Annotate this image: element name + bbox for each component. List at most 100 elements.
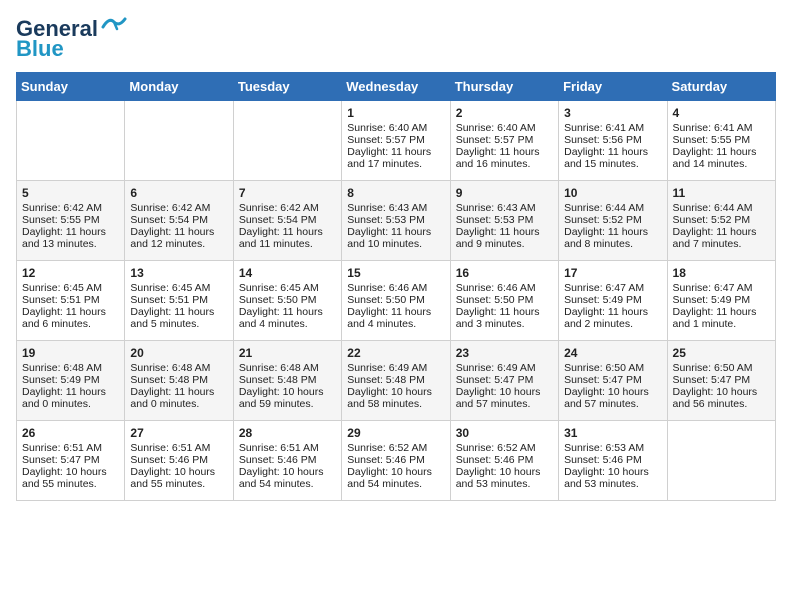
daylight-text: Daylight: 11 hours and 0 minutes. xyxy=(22,386,119,410)
sunset-text: Sunset: 5:54 PM xyxy=(239,214,336,226)
weekday-header-row: SundayMondayTuesdayWednesdayThursdayFrid… xyxy=(17,73,776,101)
calendar-cell: 25Sunrise: 6:50 AMSunset: 5:47 PMDayligh… xyxy=(667,341,775,421)
calendar-cell: 21Sunrise: 6:48 AMSunset: 5:48 PMDayligh… xyxy=(233,341,341,421)
daylight-text: Daylight: 10 hours and 53 minutes. xyxy=(564,466,661,490)
daylight-text: Daylight: 11 hours and 1 minute. xyxy=(673,306,770,330)
daylight-text: Daylight: 11 hours and 2 minutes. xyxy=(564,306,661,330)
calendar-week-row: 12Sunrise: 6:45 AMSunset: 5:51 PMDayligh… xyxy=(17,261,776,341)
daylight-text: Daylight: 10 hours and 55 minutes. xyxy=(22,466,119,490)
calendar-table: SundayMondayTuesdayWednesdayThursdayFrid… xyxy=(16,72,776,501)
calendar-cell: 3Sunrise: 6:41 AMSunset: 5:56 PMDaylight… xyxy=(559,101,667,181)
sunset-text: Sunset: 5:47 PM xyxy=(564,374,661,386)
sunset-text: Sunset: 5:53 PM xyxy=(456,214,553,226)
sunrise-text: Sunrise: 6:53 AM xyxy=(564,442,661,454)
sunrise-text: Sunrise: 6:52 AM xyxy=(456,442,553,454)
sunset-text: Sunset: 5:49 PM xyxy=(22,374,119,386)
calendar-week-row: 1Sunrise: 6:40 AMSunset: 5:57 PMDaylight… xyxy=(17,101,776,181)
sunset-text: Sunset: 5:52 PM xyxy=(564,214,661,226)
calendar-cell: 31Sunrise: 6:53 AMSunset: 5:46 PMDayligh… xyxy=(559,421,667,501)
day-number: 23 xyxy=(456,346,553,360)
sunrise-text: Sunrise: 6:48 AM xyxy=(130,362,227,374)
sunrise-text: Sunrise: 6:46 AM xyxy=(347,282,444,294)
sunrise-text: Sunrise: 6:44 AM xyxy=(564,202,661,214)
day-number: 30 xyxy=(456,426,553,440)
day-number: 31 xyxy=(564,426,661,440)
calendar-cell: 29 Sunrise: 6:52 AMSunset: 5:46 PMDayligh… xyxy=(342,421,450,501)
day-number: 19 xyxy=(22,346,119,360)
sunrise-text: Sunrise: 6:51 AM xyxy=(22,442,119,454)
sunrise-text: Sunrise: 6:43 AM xyxy=(456,202,553,214)
day-number: 24 xyxy=(564,346,661,360)
day-number: 9 xyxy=(456,186,553,200)
daylight-text: Daylight: 10 hours and 58 minutes. xyxy=(347,386,444,410)
daylight-text: Daylight: 11 hours and 7 minutes. xyxy=(673,226,770,250)
calendar-cell: 11Sunrise: 6:44 AMSunset: 5:52 PMDayligh… xyxy=(667,181,775,261)
daylight-text: Daylight: 11 hours and 12 minutes. xyxy=(130,226,227,250)
calendar-cell: 13Sunrise: 6:45 AMSunset: 5:51 PMDayligh… xyxy=(125,261,233,341)
sunrise-text: Sunrise: 6:42 AM xyxy=(130,202,227,214)
day-number: 3 xyxy=(564,106,661,120)
day-number: 7 xyxy=(239,186,336,200)
daylight-text: Daylight: 11 hours and 5 minutes. xyxy=(130,306,227,330)
weekday-header: Wednesday xyxy=(342,73,450,101)
sunset-text: Sunset: 5:49 PM xyxy=(673,294,770,306)
sunset-text: Sunset: 5:48 PM xyxy=(239,374,336,386)
sunrise-text: Sunrise: 6:48 AM xyxy=(239,362,336,374)
day-number: 25 xyxy=(673,346,770,360)
sunset-text: Sunset: 5:46 PM xyxy=(130,454,227,466)
day-number: 29 xyxy=(347,426,444,440)
sunset-text: Sunset: 5:50 PM xyxy=(239,294,336,306)
calendar-cell xyxy=(17,101,125,181)
sunrise-text: Sunrise: 6:41 AM xyxy=(564,122,661,134)
sunset-text: Sunset: 5:46 PM xyxy=(456,454,553,466)
sunrise-text: Sunrise: 6:52 AM xyxy=(347,442,444,454)
calendar-cell: 4Sunrise: 6:41 AMSunset: 5:55 PMDaylight… xyxy=(667,101,775,181)
calendar-cell: 24Sunrise: 6:50 AMSunset: 5:47 PMDayligh… xyxy=(559,341,667,421)
day-number: 26 xyxy=(22,426,119,440)
sunset-text: Sunset: 5:51 PM xyxy=(22,294,119,306)
daylight-text: Daylight: 10 hours and 57 minutes. xyxy=(456,386,553,410)
calendar-cell: 22Sunrise: 6:49 AMSunset: 5:48 PMDayligh… xyxy=(342,341,450,421)
sunrise-text: Sunrise: 6:40 AM xyxy=(347,122,444,134)
day-number: 22 xyxy=(347,346,444,360)
calendar-cell: 2Sunrise: 6:40 AMSunset: 5:57 PMDaylight… xyxy=(450,101,558,181)
daylight-text: Daylight: 11 hours and 14 minutes. xyxy=(673,146,770,170)
daylight-text: Daylight: 11 hours and 0 minutes. xyxy=(130,386,227,410)
calendar-cell: 12Sunrise: 6:45 AMSunset: 5:51 PMDayligh… xyxy=(17,261,125,341)
calendar-cell: 6Sunrise: 6:42 AMSunset: 5:54 PMDaylight… xyxy=(125,181,233,261)
daylight-text: Daylight: 10 hours and 54 minutes. xyxy=(347,466,444,490)
day-number: 21 xyxy=(239,346,336,360)
day-number: 12 xyxy=(22,266,119,280)
weekday-header: Tuesday xyxy=(233,73,341,101)
sunset-text: Sunset: 5:54 PM xyxy=(130,214,227,226)
weekday-header: Thursday xyxy=(450,73,558,101)
sunset-text: Sunset: 5:53 PM xyxy=(347,214,444,226)
calendar-cell: 7Sunrise: 6:42 AMSunset: 5:54 PMDaylight… xyxy=(233,181,341,261)
calendar-cell: 27Sunrise: 6:51 AMSunset: 5:46 PMDayligh… xyxy=(125,421,233,501)
daylight-text: Daylight: 11 hours and 11 minutes. xyxy=(239,226,336,250)
day-number: 10 xyxy=(564,186,661,200)
logo-blue: Blue xyxy=(16,36,64,62)
daylight-text: Daylight: 10 hours and 54 minutes. xyxy=(239,466,336,490)
daylight-text: Daylight: 11 hours and 13 minutes. xyxy=(22,226,119,250)
sunset-text: Sunset: 5:56 PM xyxy=(564,134,661,146)
sunrise-text: Sunrise: 6:51 AM xyxy=(239,442,336,454)
calendar-cell: 9Sunrise: 6:43 AMSunset: 5:53 PMDaylight… xyxy=(450,181,558,261)
calendar-cell: 5Sunrise: 6:42 AMSunset: 5:55 PMDaylight… xyxy=(17,181,125,261)
sunrise-text: Sunrise: 6:44 AM xyxy=(673,202,770,214)
calendar-week-row: 5Sunrise: 6:42 AMSunset: 5:55 PMDaylight… xyxy=(17,181,776,261)
sunrise-text: Sunrise: 6:42 AM xyxy=(22,202,119,214)
day-number: 18 xyxy=(673,266,770,280)
weekday-header: Friday xyxy=(559,73,667,101)
page-header: General Blue xyxy=(16,16,776,62)
sunrise-text: Sunrise: 6:45 AM xyxy=(22,282,119,294)
daylight-text: Daylight: 11 hours and 3 minutes. xyxy=(456,306,553,330)
sunset-text: Sunset: 5:49 PM xyxy=(564,294,661,306)
daylight-text: Daylight: 10 hours and 57 minutes. xyxy=(564,386,661,410)
sunrise-text: Sunrise: 6:49 AM xyxy=(456,362,553,374)
calendar-cell: 10Sunrise: 6:44 AMSunset: 5:52 PMDayligh… xyxy=(559,181,667,261)
sunset-text: Sunset: 5:51 PM xyxy=(130,294,227,306)
sunrise-text: Sunrise: 6:50 AM xyxy=(673,362,770,374)
daylight-text: Daylight: 10 hours and 55 minutes. xyxy=(130,466,227,490)
sunset-text: Sunset: 5:46 PM xyxy=(347,454,444,466)
